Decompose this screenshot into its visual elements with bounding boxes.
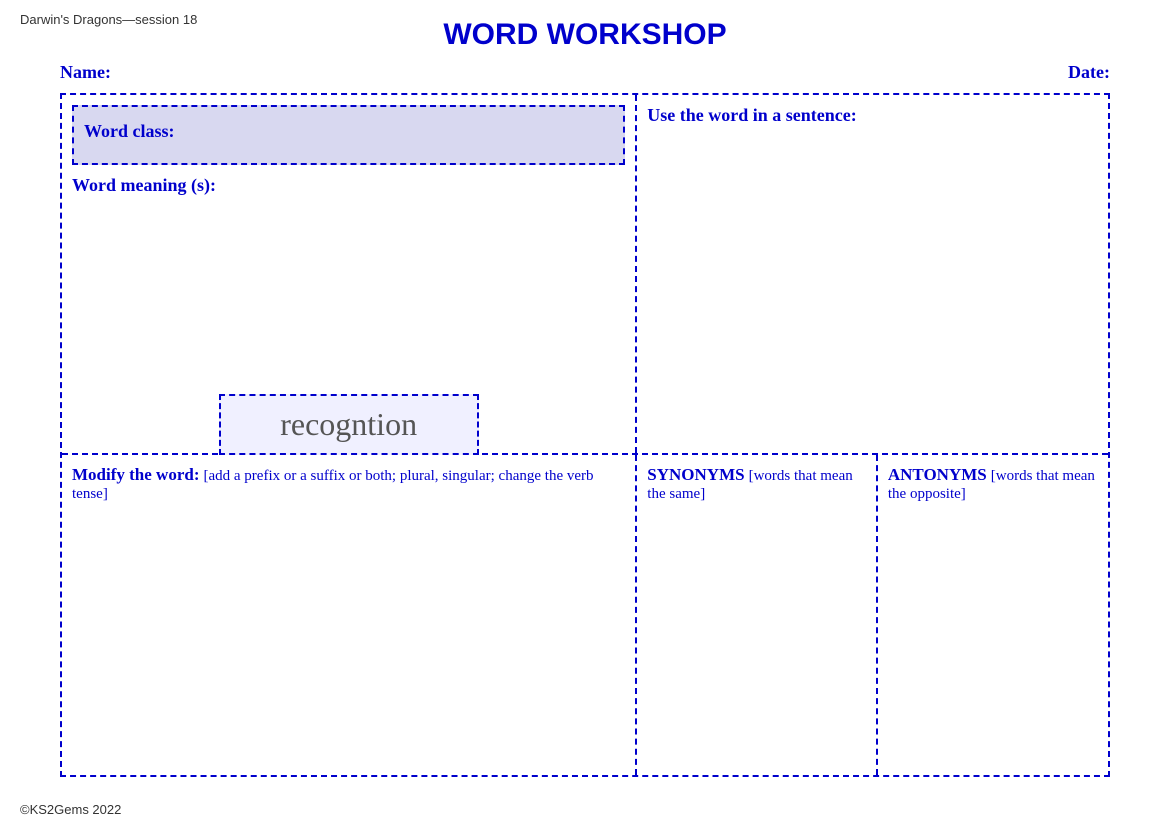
word-class-label: Word class:: [84, 121, 175, 141]
antonyms-panel: ANTONYMS [words that mean the opposite]: [878, 455, 1108, 775]
left-panel: Word class: Word meaning (s): recogntion: [62, 95, 637, 453]
right-panel: Use the word in a sentence:: [637, 95, 1108, 453]
modify-panel: Modify the word: [add a prefix or a suff…: [62, 455, 637, 775]
name-label: Name:: [60, 62, 111, 83]
word-meaning-label: Word meaning (s):: [72, 175, 625, 196]
center-word-text: recogntion: [280, 406, 417, 442]
antonyms-label: ANTONYMS: [888, 465, 987, 484]
name-date-row: Name: Date:: [20, 62, 1150, 83]
top-row: Word class: Word meaning (s): recogntion…: [62, 95, 1108, 455]
synonyms-label: SYNONYMS: [647, 465, 744, 484]
footer-copyright: ©KS2Gems 2022: [20, 802, 121, 817]
main-container: Word class: Word meaning (s): recogntion…: [60, 93, 1110, 777]
synonyms-panel: SYNONYMS [words that mean the same]: [637, 455, 878, 775]
bottom-row: Modify the word: [add a prefix or a suff…: [62, 455, 1108, 775]
center-word-box: recogntion: [219, 394, 479, 455]
session-label: Darwin's Dragons—session 18: [20, 12, 197, 27]
modify-label: Modify the word:: [72, 465, 199, 484]
word-class-box: Word class:: [72, 105, 625, 165]
use-in-sentence-label: Use the word in a sentence:: [647, 105, 1098, 126]
date-label: Date:: [1068, 62, 1110, 83]
